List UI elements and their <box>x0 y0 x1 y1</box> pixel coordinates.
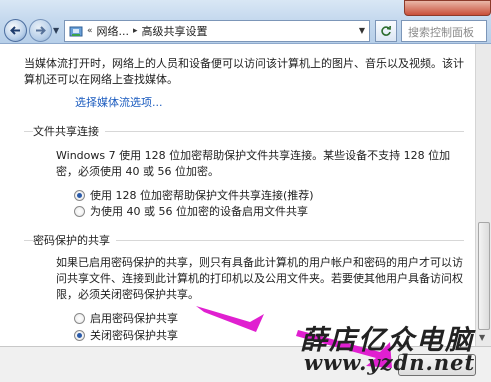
scroll-down-icon[interactable]: ▼ <box>479 333 485 342</box>
password-sharing-description: 如果已启用密码保护的共享，则只有具备此计算机的用户帐户和密码的用户才可以访问共享… <box>56 256 463 301</box>
radio-button[interactable] <box>74 189 85 201</box>
address-dropdown-icon[interactable]: ▼ <box>359 26 365 35</box>
media-streaming-options-link[interactable]: 选择媒体流选项... <box>75 94 163 110</box>
option-label: 关闭密码保护共享 <box>90 329 178 342</box>
settings-content: 当媒体流打开时，网络上的人员和设备便可以访问该计算机上的图片、音乐以及视频。该计… <box>0 44 475 346</box>
window-controls[interactable] <box>404 0 491 16</box>
back-arrow-icon <box>10 26 20 35</box>
breadcrumb-overflow[interactable]: « <box>87 26 93 36</box>
radio-button[interactable] <box>74 205 85 217</box>
back-button[interactable] <box>4 19 27 42</box>
media-description: 当媒体流打开时，网络上的人员和设备便可以访问该计算机上的图片、音乐以及视频。该计… <box>24 57 464 86</box>
file-sharing-description: Windows 7 使用 128 位加密帮助保护文件共享连接。某些设备不支持 1… <box>56 149 451 178</box>
breadcrumb-network[interactable]: 网络... <box>97 23 130 39</box>
breadcrumb-separator[interactable]: ▸ <box>133 26 138 36</box>
search-input[interactable]: 搜索控制面板 <box>401 20 487 42</box>
breadcrumb[interactable]: « 网络... ▸ 高级共享设置 ▼ <box>64 20 370 42</box>
network-folder-icon <box>69 26 83 37</box>
address-bar: ▼ « 网络... ▸ 高级共享设置 ▼ 搜索控制面板 <box>0 0 491 44</box>
forward-arrow-icon <box>36 26 46 35</box>
encryption-128-option[interactable]: 使用 128 位加密帮助保护文件共享连接(推荐) <box>74 187 314 203</box>
enable-password-sharing-option[interactable]: 启用密码保护共享 <box>74 310 178 326</box>
radio-button[interactable] <box>74 312 85 324</box>
encryption-40-56-option[interactable]: 为使用 40 或 56 位加密的设备启用文件共享 <box>74 203 308 219</box>
vertical-scrollbar[interactable]: ▼ <box>475 44 491 346</box>
disable-password-sharing-option[interactable]: 关闭密码保护共享 <box>74 327 178 343</box>
scrollbar-thumb[interactable] <box>478 222 490 330</box>
option-label: 启用密码保护共享 <box>90 312 178 325</box>
recent-pages-dropdown-icon[interactable]: ▼ <box>53 26 59 35</box>
radio-button[interactable] <box>74 329 85 341</box>
file-sharing-title: 文件共享连接 <box>33 123 105 139</box>
refresh-icon <box>381 25 391 36</box>
refresh-button[interactable] <box>375 20 397 42</box>
option-label: 为使用 40 或 56 位加密的设备启用文件共享 <box>90 205 308 218</box>
option-label: 使用 128 位加密帮助保护文件共享连接(推荐) <box>90 189 314 202</box>
forward-button[interactable] <box>29 19 52 42</box>
breadcrumb-advanced-sharing[interactable]: 高级共享设置 <box>142 23 208 39</box>
password-sharing-title: 密码保护的共享 <box>33 232 116 248</box>
watermark-url: www.yzdn.net <box>304 350 476 375</box>
